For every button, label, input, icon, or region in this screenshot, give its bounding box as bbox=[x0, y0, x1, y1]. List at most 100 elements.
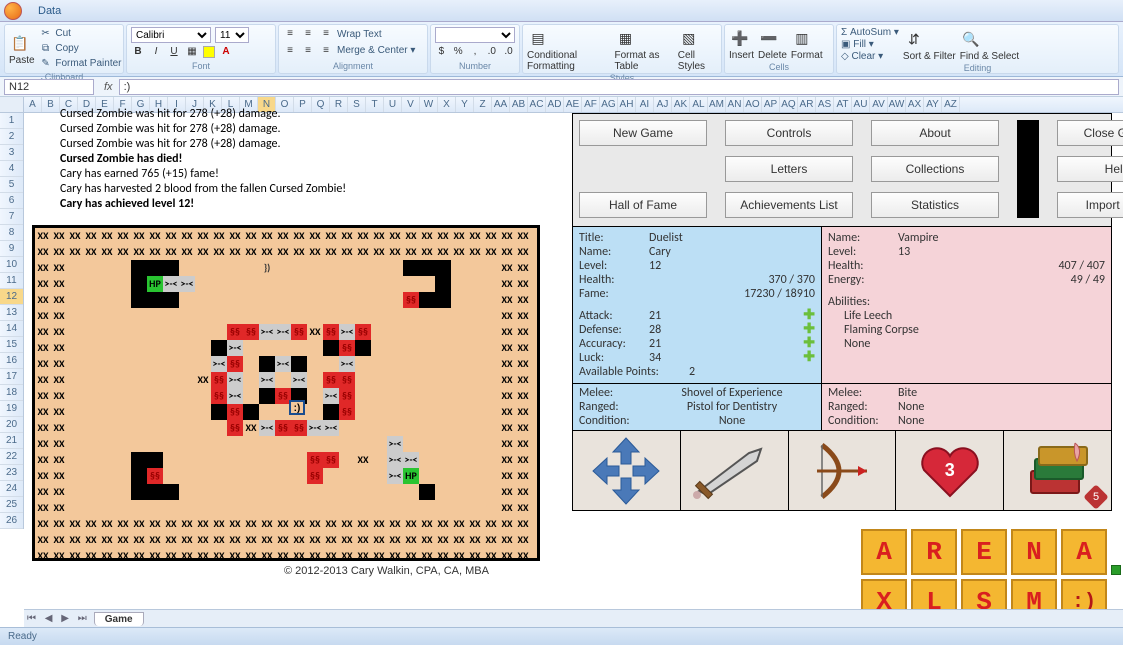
about-button[interactable]: About bbox=[871, 120, 999, 146]
map-cell[interactable]: >-< bbox=[259, 420, 275, 436]
map-cell[interactable]: XX bbox=[467, 516, 483, 532]
map-cell[interactable] bbox=[291, 276, 307, 292]
map-cell[interactable] bbox=[435, 388, 451, 404]
col-header[interactable]: AM bbox=[708, 97, 726, 112]
map-cell[interactable] bbox=[483, 388, 499, 404]
map-cell[interactable] bbox=[483, 404, 499, 420]
map-cell[interactable]: XX bbox=[323, 516, 339, 532]
row-header[interactable]: 21 bbox=[0, 433, 23, 449]
map-cell[interactable]: >-< bbox=[211, 356, 227, 372]
map-cell[interactable]: XX bbox=[35, 548, 51, 561]
map-cell[interactable]: XX bbox=[483, 516, 499, 532]
map-cell[interactable] bbox=[243, 356, 259, 372]
map-cell[interactable] bbox=[211, 292, 227, 308]
map-cell[interactable] bbox=[99, 308, 115, 324]
row-header[interactable]: 18 bbox=[0, 385, 23, 401]
map-cell[interactable] bbox=[371, 452, 387, 468]
map-cell[interactable]: XX bbox=[35, 388, 51, 404]
map-cell[interactable] bbox=[243, 500, 259, 516]
map-cell[interactable]: XX bbox=[323, 228, 339, 244]
map-cell[interactable] bbox=[371, 484, 387, 500]
map-cell[interactable]: XX bbox=[291, 228, 307, 244]
map-cell[interactable] bbox=[339, 260, 355, 276]
map-cell[interactable] bbox=[195, 484, 211, 500]
percent-button[interactable]: % bbox=[452, 45, 465, 59]
map-cell[interactable] bbox=[387, 484, 403, 500]
map-cell[interactable]: XX bbox=[387, 516, 403, 532]
map-cell[interactable] bbox=[355, 388, 371, 404]
row-header[interactable]: 9 bbox=[0, 241, 23, 257]
map-cell[interactable]: XX bbox=[419, 532, 435, 548]
map-cell[interactable] bbox=[259, 452, 275, 468]
map-cell[interactable]: XX bbox=[515, 308, 531, 324]
map-cell[interactable]: XX bbox=[83, 228, 99, 244]
map-cell[interactable] bbox=[435, 308, 451, 324]
map-cell[interactable] bbox=[163, 404, 179, 420]
map-cell[interactable] bbox=[195, 500, 211, 516]
map-cell[interactable] bbox=[371, 324, 387, 340]
map-cell[interactable]: XX bbox=[419, 228, 435, 244]
map-cell[interactable]: XX bbox=[467, 244, 483, 260]
map-cell[interactable] bbox=[115, 500, 131, 516]
map-cell[interactable] bbox=[179, 372, 195, 388]
map-cell[interactable] bbox=[179, 404, 195, 420]
map-cell[interactable] bbox=[419, 276, 435, 292]
map-cell[interactable] bbox=[99, 276, 115, 292]
map-cell[interactable] bbox=[275, 276, 291, 292]
map-cell[interactable]: XX bbox=[227, 548, 243, 561]
map-cell[interactable] bbox=[451, 356, 467, 372]
map-cell[interactable] bbox=[387, 260, 403, 276]
map-cell[interactable] bbox=[195, 356, 211, 372]
map-cell[interactable]: XX bbox=[515, 436, 531, 452]
map-cell[interactable] bbox=[451, 260, 467, 276]
map-cell[interactable] bbox=[115, 276, 131, 292]
map-cell[interactable] bbox=[243, 452, 259, 468]
map-cell[interactable]: >-< bbox=[275, 324, 291, 340]
map-cell[interactable] bbox=[483, 356, 499, 372]
map-cell[interactable] bbox=[307, 308, 323, 324]
map-cell[interactable] bbox=[451, 420, 467, 436]
map-cell[interactable] bbox=[387, 324, 403, 340]
map-cell[interactable]: XX bbox=[403, 548, 419, 561]
col-header[interactable]: AW bbox=[888, 97, 906, 112]
map-cell[interactable]: XX bbox=[51, 452, 67, 468]
map-cell[interactable]: XX bbox=[163, 532, 179, 548]
map-cell[interactable]: XX bbox=[227, 532, 243, 548]
col-header[interactable]: AH bbox=[618, 97, 636, 112]
map-cell[interactable] bbox=[259, 356, 275, 372]
map-cell[interactable]: XX bbox=[35, 500, 51, 516]
map-cell[interactable]: XX bbox=[163, 516, 179, 532]
map-cell[interactable]: XX bbox=[291, 532, 307, 548]
map-cell[interactable] bbox=[179, 452, 195, 468]
copy-button[interactable]: ⧉ Copy bbox=[39, 42, 122, 56]
map-cell[interactable]: XX bbox=[211, 244, 227, 260]
map-cell[interactable] bbox=[483, 308, 499, 324]
map-cell[interactable] bbox=[451, 452, 467, 468]
map-cell[interactable] bbox=[195, 468, 211, 484]
currency-button[interactable]: $ bbox=[435, 45, 448, 59]
map-cell[interactable]: >-< bbox=[259, 324, 275, 340]
map-cell[interactable]: XX bbox=[515, 420, 531, 436]
map-cell[interactable] bbox=[323, 484, 339, 500]
map-cell[interactable]: XX bbox=[499, 548, 515, 561]
map-cell[interactable] bbox=[243, 308, 259, 324]
map-cell[interactable] bbox=[67, 452, 83, 468]
map-cell[interactable] bbox=[323, 292, 339, 308]
map-cell[interactable] bbox=[467, 356, 483, 372]
map-cell[interactable] bbox=[419, 420, 435, 436]
map-cell[interactable] bbox=[195, 324, 211, 340]
col-header[interactable]: V bbox=[402, 97, 420, 112]
col-header[interactable]: A bbox=[24, 97, 42, 112]
map-cell[interactable]: §§ bbox=[227, 404, 243, 420]
map-cell[interactable] bbox=[483, 468, 499, 484]
map-cell[interactable]: XX bbox=[163, 548, 179, 561]
map-cell[interactable] bbox=[259, 292, 275, 308]
map-cell[interactable]: >-< bbox=[339, 356, 355, 372]
map-cell[interactable] bbox=[307, 484, 323, 500]
merge-center-button[interactable]: Merge & Center ▾ bbox=[337, 45, 415, 56]
map-cell[interactable]: XX bbox=[435, 228, 451, 244]
map-cell[interactable]: XX bbox=[515, 260, 531, 276]
map-cell[interactable] bbox=[99, 500, 115, 516]
row-header[interactable]: 6 bbox=[0, 193, 23, 209]
map-cell[interactable] bbox=[131, 340, 147, 356]
